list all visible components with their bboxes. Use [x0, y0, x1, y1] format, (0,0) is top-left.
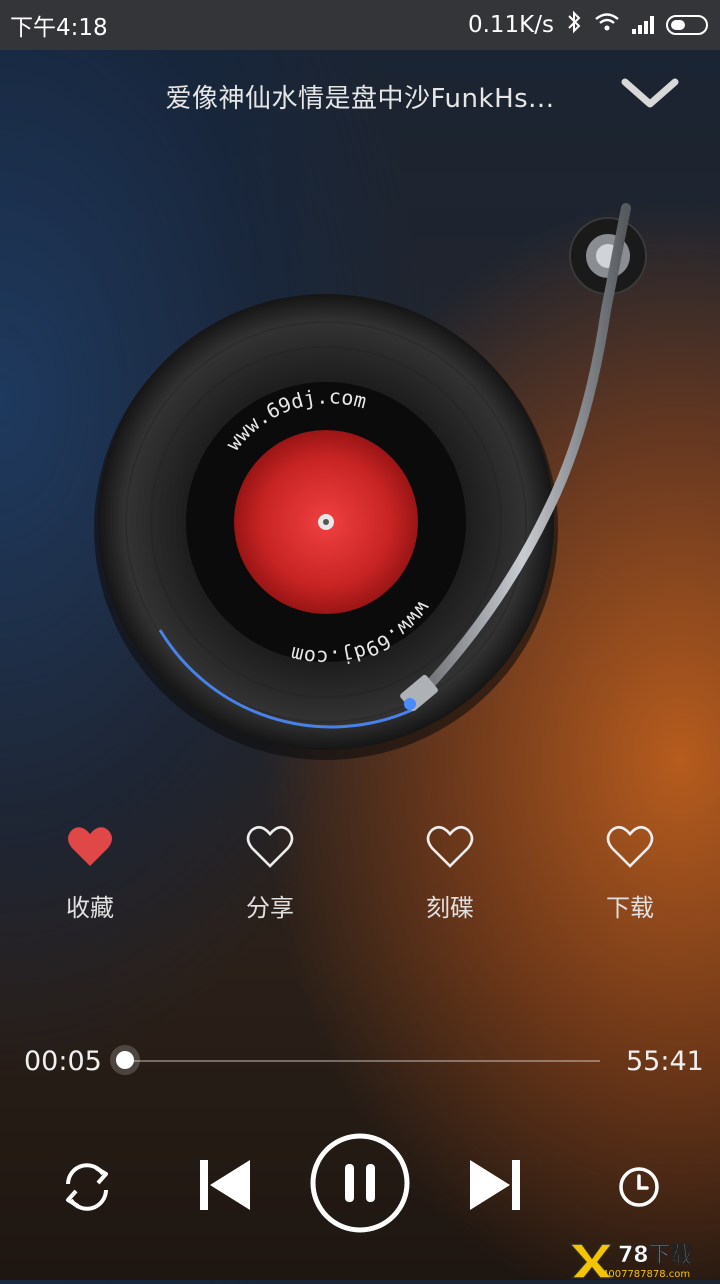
- action-row: 收藏 分享 刻碟 下载: [0, 820, 720, 940]
- next-button[interactable]: [466, 1156, 524, 1218]
- watermark-phone: 4007787878.com: [602, 1269, 690, 1280]
- watermark: 78下载 4007787878.com: [568, 1240, 720, 1280]
- heart-filled-icon: [40, 820, 140, 870]
- progress-bar: 00:05 55:41: [0, 1040, 720, 1084]
- pause-button[interactable]: [309, 1132, 411, 1238]
- heart-outline-icon: [220, 820, 320, 870]
- vinyl-record: www.69dj.com www.69dj.com: [94, 294, 558, 760]
- timer-button[interactable]: [616, 1164, 662, 1214]
- heart-outline-icon: [400, 820, 500, 870]
- download-label: 下载: [606, 894, 654, 922]
- favorite-label: 收藏: [66, 894, 114, 922]
- seek-thumb[interactable]: [115, 1051, 134, 1069]
- turntable: www.69dj.com www.69dj.com: [0, 190, 720, 790]
- current-time: 00:05: [24, 1046, 102, 1077]
- status-icons: 0.11K/s: [468, 10, 708, 40]
- previous-button[interactable]: [196, 1156, 254, 1218]
- repeat-button[interactable]: [56, 1156, 118, 1222]
- status-time: 下午4:18: [10, 15, 108, 41]
- bluetooth-icon: [566, 10, 582, 40]
- timer-icon: [619, 1167, 659, 1207]
- heart-outline-icon: [580, 820, 680, 870]
- status-bar: 下午4:18 0.11K/s: [0, 0, 720, 50]
- previous-icon: [200, 1160, 250, 1210]
- watermark-brand: 78下载: [618, 1242, 693, 1268]
- playback-controls: [0, 1128, 720, 1248]
- download-button[interactable]: 下载: [580, 820, 680, 923]
- collapse-button[interactable]: [615, 68, 685, 118]
- next-icon: [470, 1160, 520, 1210]
- seek-track[interactable]: [115, 1051, 600, 1069]
- total-time: 55:41: [626, 1046, 704, 1077]
- chevron-down-icon: [621, 78, 679, 108]
- share-button[interactable]: 分享: [220, 820, 320, 923]
- song-title: 爱像神仙水情是盘中沙FunkHs...: [165, 84, 555, 114]
- favorite-button[interactable]: 收藏: [40, 820, 140, 923]
- player-header: 爱像神仙水情是盘中沙FunkHs...: [0, 60, 720, 130]
- burn-disc-label: 刻碟: [426, 894, 474, 922]
- signal-icon: [632, 16, 654, 34]
- wifi-icon: [594, 12, 620, 38]
- share-label: 分享: [246, 894, 294, 922]
- burn-disc-button[interactable]: 刻碟: [400, 820, 500, 923]
- network-speed: 0.11K/s: [467, 12, 554, 38]
- pause-icon: [310, 1133, 410, 1233]
- repeat-icon: [66, 1163, 108, 1211]
- battery-icon: [666, 15, 708, 35]
